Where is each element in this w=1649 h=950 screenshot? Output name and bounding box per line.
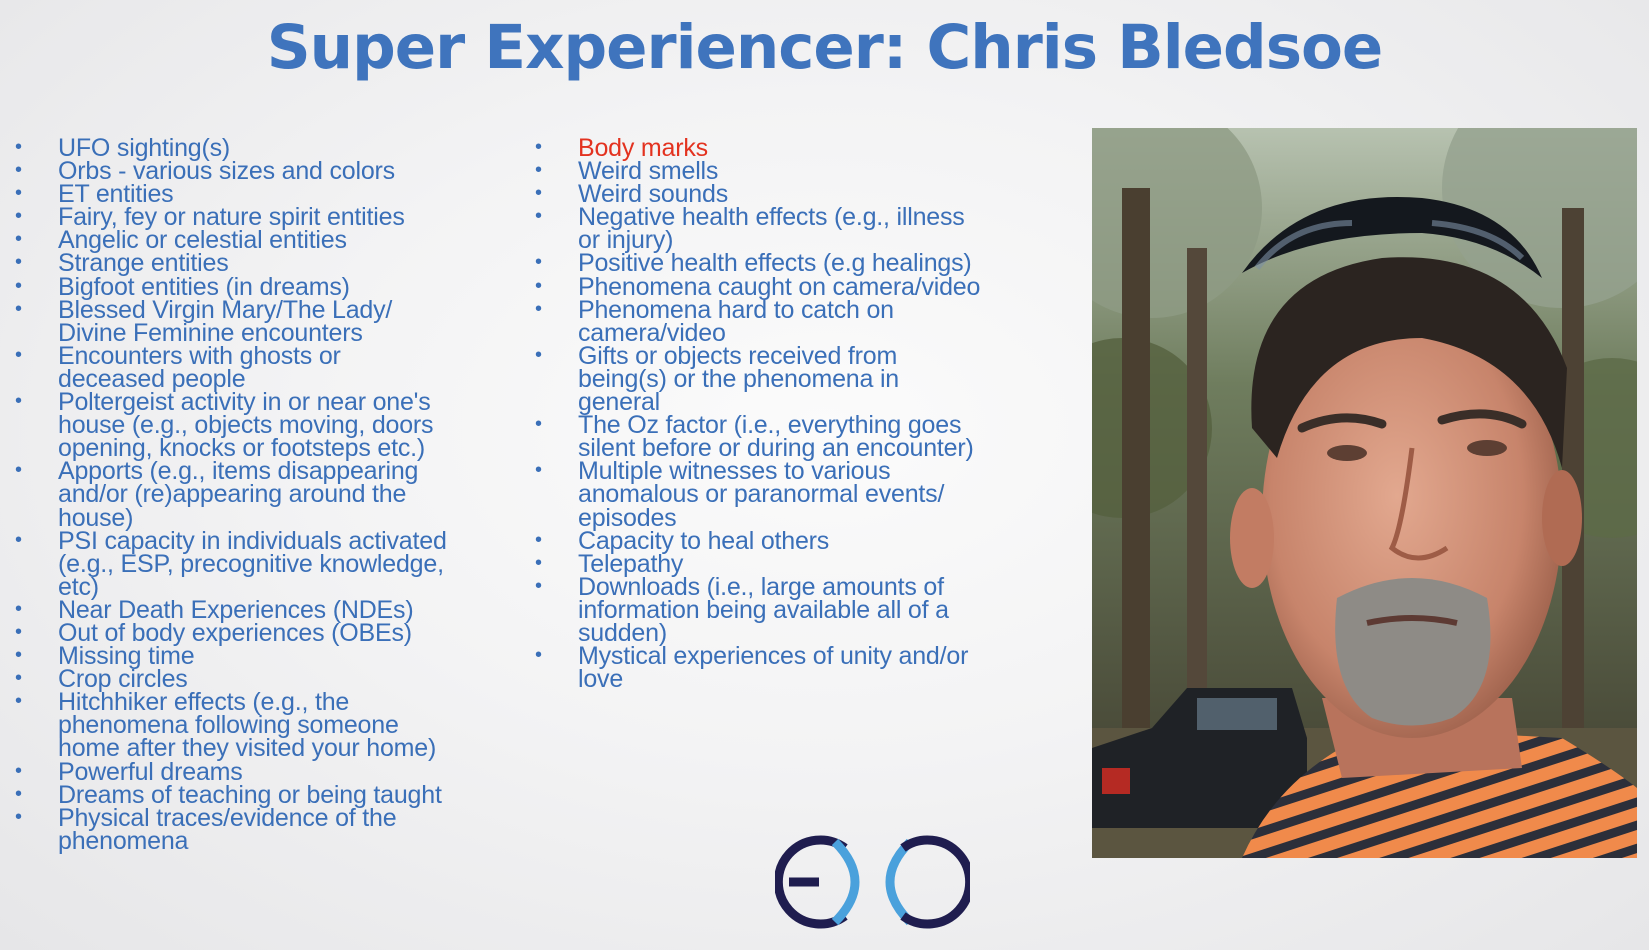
list-item-text: phenomena: [58, 826, 189, 855]
bullet-icon: •: [15, 251, 22, 274]
bullet-icon: •: [15, 228, 22, 251]
bullet-icon: •: [15, 667, 22, 690]
list-item: • Apports (e.g., items disappearing and/or…: [10, 459, 510, 530]
bullet-icon: •: [15, 274, 22, 297]
bullet-icon: •: [535, 159, 542, 182]
list-item: • Blessed Virgin Mary/The Lady/Divine Fem…: [10, 297, 510, 345]
list-item: • Gifts or objects received from being(s) …: [530, 343, 1050, 414]
bullet-icon: •: [535, 274, 542, 297]
bullet-icon: •: [535, 136, 542, 158]
bullet-icon: •: [15, 620, 22, 643]
bullet-icon: •: [15, 390, 22, 413]
list-item: • Downloads (i.e., large amounts of inform…: [530, 574, 1050, 645]
list-item: • Encounters with ghosts or deceased peopl…: [10, 343, 510, 391]
list-item: • Negative health effects (e.g., illness o…: [530, 205, 1050, 253]
bullet-icon: •: [535, 413, 542, 436]
bullet-icon: •: [535, 644, 542, 667]
bullet-icon: •: [15, 597, 22, 620]
presentation-slide: Super Experiencer: Chris Bledsoe • UFO si…: [0, 0, 1649, 950]
portrait-photo: [1092, 128, 1637, 858]
bullet-icon: •: [15, 297, 22, 320]
ec-logo: [775, 835, 970, 929]
bullet-icon: •: [535, 459, 542, 482]
list-item: • Phenomena hard to catch on camera/video: [530, 297, 1050, 345]
list-item: • PSI capacity in individuals activated (e…: [10, 528, 510, 599]
bullet-icon: •: [535, 528, 542, 551]
list-item-text: Mystical experiences of unity and/or: [578, 642, 969, 671]
list-item: • Mystical experiences of unity and/or lov…: [530, 642, 1050, 694]
bullet-icon: •: [15, 528, 22, 551]
bullet-icon: •: [15, 805, 22, 828]
bullet-icon: •: [535, 205, 542, 228]
bullet-icon: •: [15, 343, 22, 366]
bullet-icon: •: [15, 759, 22, 782]
bullet-icon: •: [535, 551, 542, 574]
list-item: • Multiple witnesses to various anomalous …: [530, 459, 1050, 530]
bullet-icon: •: [535, 343, 542, 366]
bullet-icon: •: [15, 782, 22, 805]
bullet-icon: •: [15, 644, 22, 667]
bullet-icon: •: [535, 182, 542, 205]
list-item: • Poltergeist activity in or near one's ho…: [10, 389, 510, 460]
bullet-icon: •: [15, 159, 22, 182]
bullet-icon: •: [535, 297, 542, 320]
list-item: • Physical traces/evidence of the phenomen…: [10, 805, 510, 855]
slide-title: Super Experiencer: Chris Bledsoe: [266, 12, 1384, 83]
list-item: • The Oz factor (i.e., everything goes sil…: [530, 413, 1050, 461]
bullet-icon: •: [535, 251, 542, 274]
bullet-icon: •: [535, 574, 542, 597]
bullet-icon: •: [15, 459, 22, 482]
bullet-icon: •: [15, 205, 22, 228]
list-item-text: love: [578, 665, 624, 694]
bullet-icon: •: [15, 136, 22, 158]
experience-list-right: • Body marks • Weird smells • Weird sounds • Ne…: [530, 135, 1050, 694]
bullet-icon: •: [15, 182, 22, 205]
list-item-text: (e.g., ESP, precognitive knowledge,: [58, 549, 444, 578]
experience-list-left: • UFO sighting(s) • Orbs - various sizes an…: [10, 135, 510, 855]
bullet-icon: •: [15, 690, 22, 713]
list-item: • Hitchhiker effects (e.g., the phenomena …: [10, 690, 510, 761]
